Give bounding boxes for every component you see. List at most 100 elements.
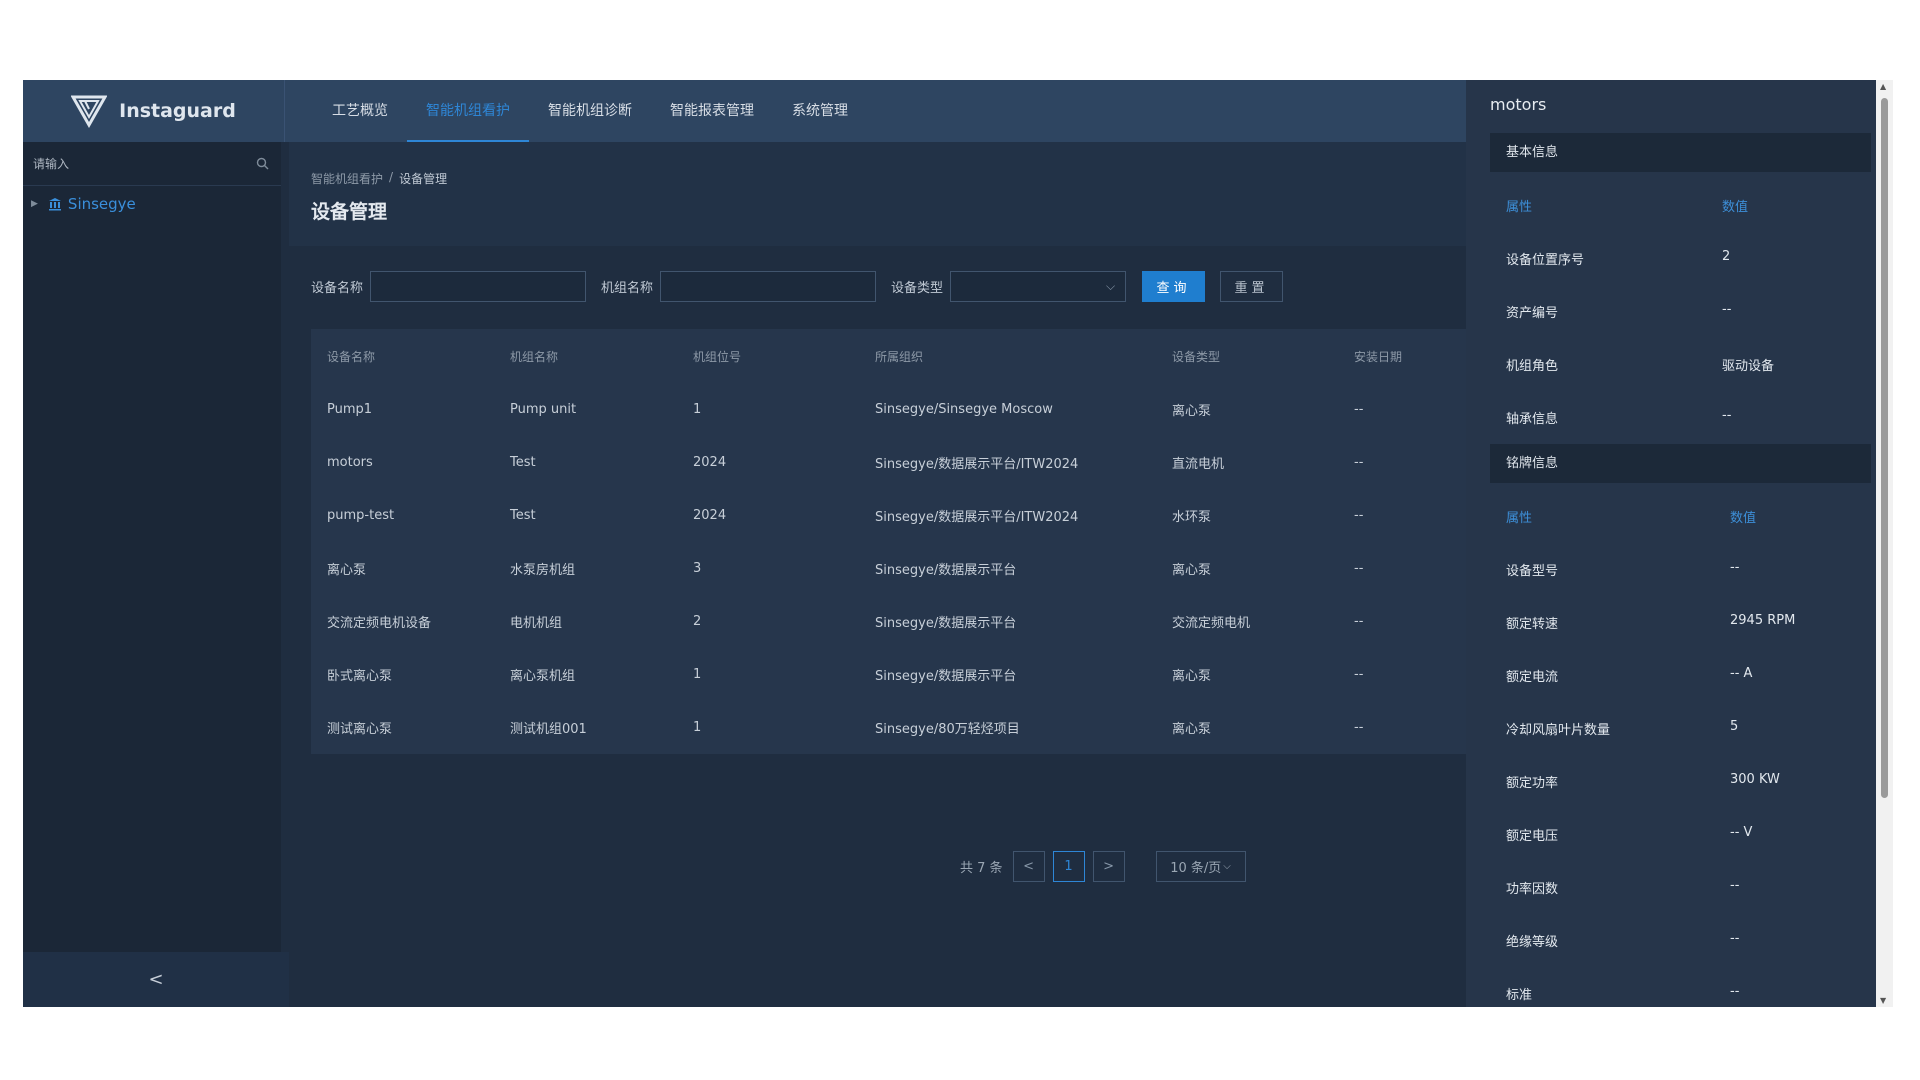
page-title: 设备管理 bbox=[311, 201, 388, 223]
query-button[interactable]: 查询 bbox=[1142, 270, 1206, 302]
unit-name-input[interactable] bbox=[660, 270, 877, 302]
property-row: 功率因数 -- bbox=[1506, 878, 1866, 897]
property-value: -- bbox=[1730, 931, 1740, 946]
col-attr: 属性 bbox=[1506, 200, 1533, 215]
nav-item-smart-unit-diagnosis[interactable]: 智能机组诊断 bbox=[529, 80, 651, 142]
property-key: 绝缘等级 bbox=[1506, 935, 1559, 950]
cell-device-name: motors bbox=[327, 455, 373, 470]
cell-device-name: pump-test bbox=[327, 508, 395, 523]
nameplate-info-header: 属性 数值 bbox=[1506, 507, 1866, 526]
table-row[interactable]: 测试离心泵 测试机组001 1 Sinsegye/80万轻烃项目 离心泵 -- bbox=[311, 701, 1466, 754]
page-size-select[interactable]: 10 条/页 ⌵ bbox=[1155, 851, 1246, 882]
property-row: 额定电流 -- A bbox=[1506, 666, 1866, 685]
property-row: 资产编号 -- bbox=[1506, 302, 1866, 321]
property-value: 驱动设备 bbox=[1722, 359, 1775, 374]
col-header-device-name: 设备名称 bbox=[327, 349, 376, 364]
property-key: 额定电压 bbox=[1506, 829, 1559, 844]
col-header-organization: 所属组织 bbox=[875, 349, 924, 364]
property-row: 绝缘等级 -- bbox=[1506, 931, 1866, 950]
property-value: 2945 RPM bbox=[1730, 613, 1796, 628]
property-value: -- V bbox=[1730, 825, 1753, 840]
table-row[interactable]: 交流定频电机设备 电机机组 2 Sinsegye/数据展示平台 交流定频电机 -… bbox=[311, 595, 1466, 648]
device-name-label: 设备名称 bbox=[311, 280, 364, 296]
property-value: -- bbox=[1722, 408, 1732, 423]
cell-unit-name: 电机机组 bbox=[510, 616, 563, 631]
building-icon bbox=[48, 198, 61, 211]
cell-install-date: -- bbox=[1354, 402, 1364, 417]
property-key: 额定功率 bbox=[1506, 776, 1559, 791]
cell-device-type: 离心泵 bbox=[1172, 404, 1212, 419]
drawer-scrollbar[interactable]: ▲ ▼ bbox=[1876, 80, 1893, 1007]
cell-install-date: -- bbox=[1354, 667, 1364, 682]
unit-name-label: 机组名称 bbox=[601, 280, 654, 296]
col-header-unit-name: 机组名称 bbox=[510, 349, 559, 364]
chevron-left-icon: < bbox=[148, 969, 164, 990]
cell-device-name: 离心泵 bbox=[327, 563, 367, 578]
nav-item-process-overview[interactable]: 工艺概览 bbox=[313, 80, 407, 142]
cell-organization: Sinsegye/Sinsegye Moscow bbox=[875, 402, 1053, 417]
tree-search-input[interactable] bbox=[23, 142, 281, 186]
property-key: 额定转速 bbox=[1506, 617, 1559, 632]
cell-device-name: 交流定频电机设备 bbox=[327, 616, 432, 631]
reset-button[interactable]: 重置 bbox=[1220, 270, 1284, 302]
device-type-label: 设备类型 bbox=[891, 280, 944, 296]
scroll-down-arrow-icon[interactable]: ▼ bbox=[1880, 996, 1886, 1005]
scrollbar-thumb[interactable] bbox=[1881, 98, 1888, 798]
chevron-down-icon: ⌵ bbox=[1105, 278, 1116, 293]
scroll-up-arrow-icon[interactable]: ▲ bbox=[1880, 82, 1886, 91]
table-row[interactable]: pump-test Test 2024 Sinsegye/数据展示平台/ITW2… bbox=[311, 489, 1466, 542]
next-page-button[interactable]: > bbox=[1092, 851, 1125, 882]
property-value: -- bbox=[1730, 984, 1740, 999]
cell-device-type: 离心泵 bbox=[1172, 563, 1212, 578]
drawer-title: motors bbox=[1490, 95, 1547, 114]
caret-right-icon[interactable]: ▶ bbox=[31, 199, 38, 209]
cell-device-name: 卧式离心泵 bbox=[327, 669, 393, 684]
nav-item-system-management[interactable]: 系统管理 bbox=[773, 80, 867, 142]
property-row: 设备型号 -- bbox=[1506, 560, 1866, 579]
property-key: 额定电流 bbox=[1506, 670, 1559, 685]
table-row[interactable]: 离心泵 水泵房机组 3 Sinsegye/数据展示平台 离心泵 -- bbox=[311, 542, 1466, 595]
device-type-select[interactable]: ⌵ bbox=[950, 270, 1127, 302]
breadcrumb-item-parent[interactable]: 智能机组看护 bbox=[311, 170, 383, 187]
col-attr: 属性 bbox=[1506, 511, 1533, 526]
property-row: 机组角色 驱动设备 bbox=[1506, 355, 1866, 374]
property-key: 轴承信息 bbox=[1506, 412, 1559, 427]
cell-unit-name: 水泵房机组 bbox=[510, 563, 576, 578]
property-row: 额定转速 2945 RPM bbox=[1506, 613, 1866, 632]
cell-unit-name: Pump unit bbox=[510, 402, 577, 417]
device-name-input[interactable] bbox=[370, 270, 587, 302]
table-row[interactable]: motors Test 2024 Sinsegye/数据展示平台/ITW2024… bbox=[311, 436, 1466, 489]
col-header-device-type: 设备类型 bbox=[1172, 349, 1221, 364]
page-number-button[interactable]: 1 bbox=[1052, 851, 1085, 882]
property-value: -- bbox=[1730, 560, 1740, 575]
tree-node-sinsegye[interactable]: ▶ Sinsegye bbox=[23, 186, 281, 222]
property-row: 冷却风扇叶片数量 5 bbox=[1506, 719, 1866, 738]
cell-device-type: 直流电机 bbox=[1172, 457, 1225, 472]
cell-organization: Sinsegye/数据展示平台 bbox=[875, 616, 1017, 631]
filter-bar: 设备名称 机组名称 设备类型 ⌵ 查询 重置 bbox=[311, 270, 1284, 302]
property-row: 标准 -- bbox=[1506, 984, 1866, 1003]
cell-organization: Sinsegye/数据展示平台/ITW2024 bbox=[875, 510, 1079, 525]
property-row: 额定功率 300 KW bbox=[1506, 772, 1866, 791]
cell-unit-tag: 2024 bbox=[693, 508, 727, 523]
nav-item-smart-unit-care[interactable]: 智能机组看护 bbox=[407, 80, 529, 142]
cell-device-type: 水环泵 bbox=[1172, 510, 1212, 525]
property-key: 机组角色 bbox=[1506, 359, 1559, 374]
nav-item-smart-report[interactable]: 智能报表管理 bbox=[651, 80, 773, 142]
cell-install-date: -- bbox=[1354, 720, 1364, 735]
table-row[interactable]: 卧式离心泵 离心泵机组 1 Sinsegye/数据展示平台 离心泵 -- bbox=[311, 648, 1466, 701]
col-value: 数值 bbox=[1730, 511, 1757, 526]
breadcrumb: 智能机组看护 / 设备管理 bbox=[311, 170, 447, 187]
col-header-install-date: 安装日期 bbox=[1354, 349, 1403, 364]
cell-organization: Sinsegye/数据展示平台 bbox=[875, 669, 1017, 684]
section-nameplate-info: 铭牌信息 bbox=[1490, 444, 1871, 483]
logo[interactable]: Instaguard bbox=[23, 80, 285, 142]
search-icon[interactable] bbox=[256, 157, 269, 170]
sidebar-search bbox=[23, 142, 281, 186]
breadcrumb-separator: / bbox=[389, 170, 394, 184]
prev-page-button[interactable]: < bbox=[1012, 851, 1045, 882]
cell-install-date: -- bbox=[1354, 561, 1364, 576]
sidebar: ▶ Sinsegye bbox=[23, 142, 281, 1007]
table-row[interactable]: Pump1 Pump unit 1 Sinsegye/Sinsegye Mosc… bbox=[311, 383, 1466, 436]
sidebar-collapse-button[interactable]: < bbox=[23, 952, 289, 1007]
